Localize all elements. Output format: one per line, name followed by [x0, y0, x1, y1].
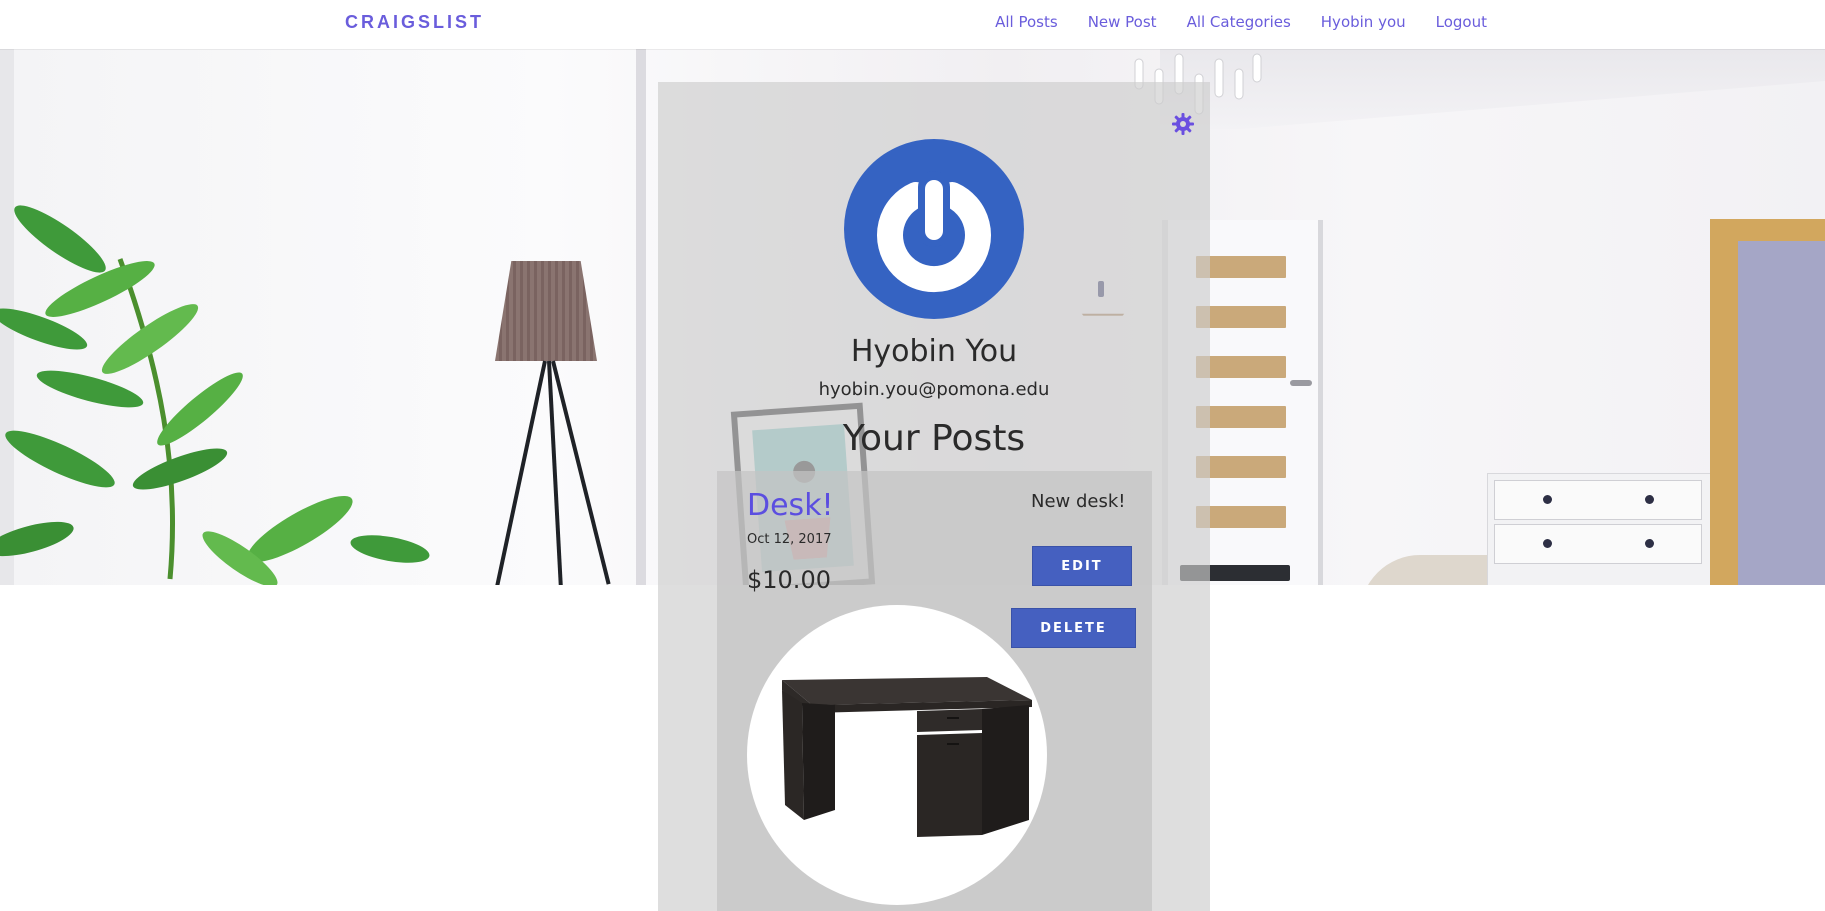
desk-image: [782, 677, 1032, 837]
door-handle: [1290, 380, 1312, 386]
post-image-desk: [747, 605, 1047, 905]
your-posts-heading: Your Posts: [842, 418, 1026, 459]
profile-name: Hyobin You: [850, 334, 1018, 369]
lamp-leg: [495, 360, 547, 585]
wardrobe: [1710, 219, 1825, 585]
brand-logo[interactable]: CRAIGSLIST: [345, 12, 484, 33]
nav-logout[interactable]: Logout: [1436, 13, 1487, 31]
post-description: New desk!: [1031, 491, 1126, 512]
plant-illustration: [0, 205, 430, 585]
profile-email: hyobin.you@pomona.edu: [818, 379, 1050, 400]
lamp-shade: [495, 261, 597, 361]
nav-user-profile[interactable]: Hyobin you: [1321, 13, 1406, 31]
post-price: $10.00: [747, 566, 831, 594]
top-navbar: CRAIGSLIST All Posts New Post All Catego…: [0, 0, 1825, 49]
gear-icon[interactable]: [1171, 112, 1195, 136]
nav-links: All Posts New Post All Categories Hyobin…: [995, 13, 1487, 31]
nav-all-categories[interactable]: All Categories: [1187, 13, 1291, 31]
dresser: [1487, 473, 1711, 585]
edit-post-button[interactable]: EDIT: [1032, 546, 1132, 586]
post-date: Oct 12, 2017: [747, 532, 832, 547]
wall-edge: [636, 49, 646, 585]
delete-post-button[interactable]: DELETE: [1011, 608, 1136, 648]
power-icon: [877, 171, 991, 293]
nav-all-posts[interactable]: All Posts: [995, 13, 1058, 31]
post-title-link[interactable]: Desk!: [747, 488, 834, 523]
nav-new-post[interactable]: New Post: [1088, 13, 1157, 31]
avatar: [844, 139, 1024, 319]
wardrobe-glass: [1738, 241, 1825, 585]
